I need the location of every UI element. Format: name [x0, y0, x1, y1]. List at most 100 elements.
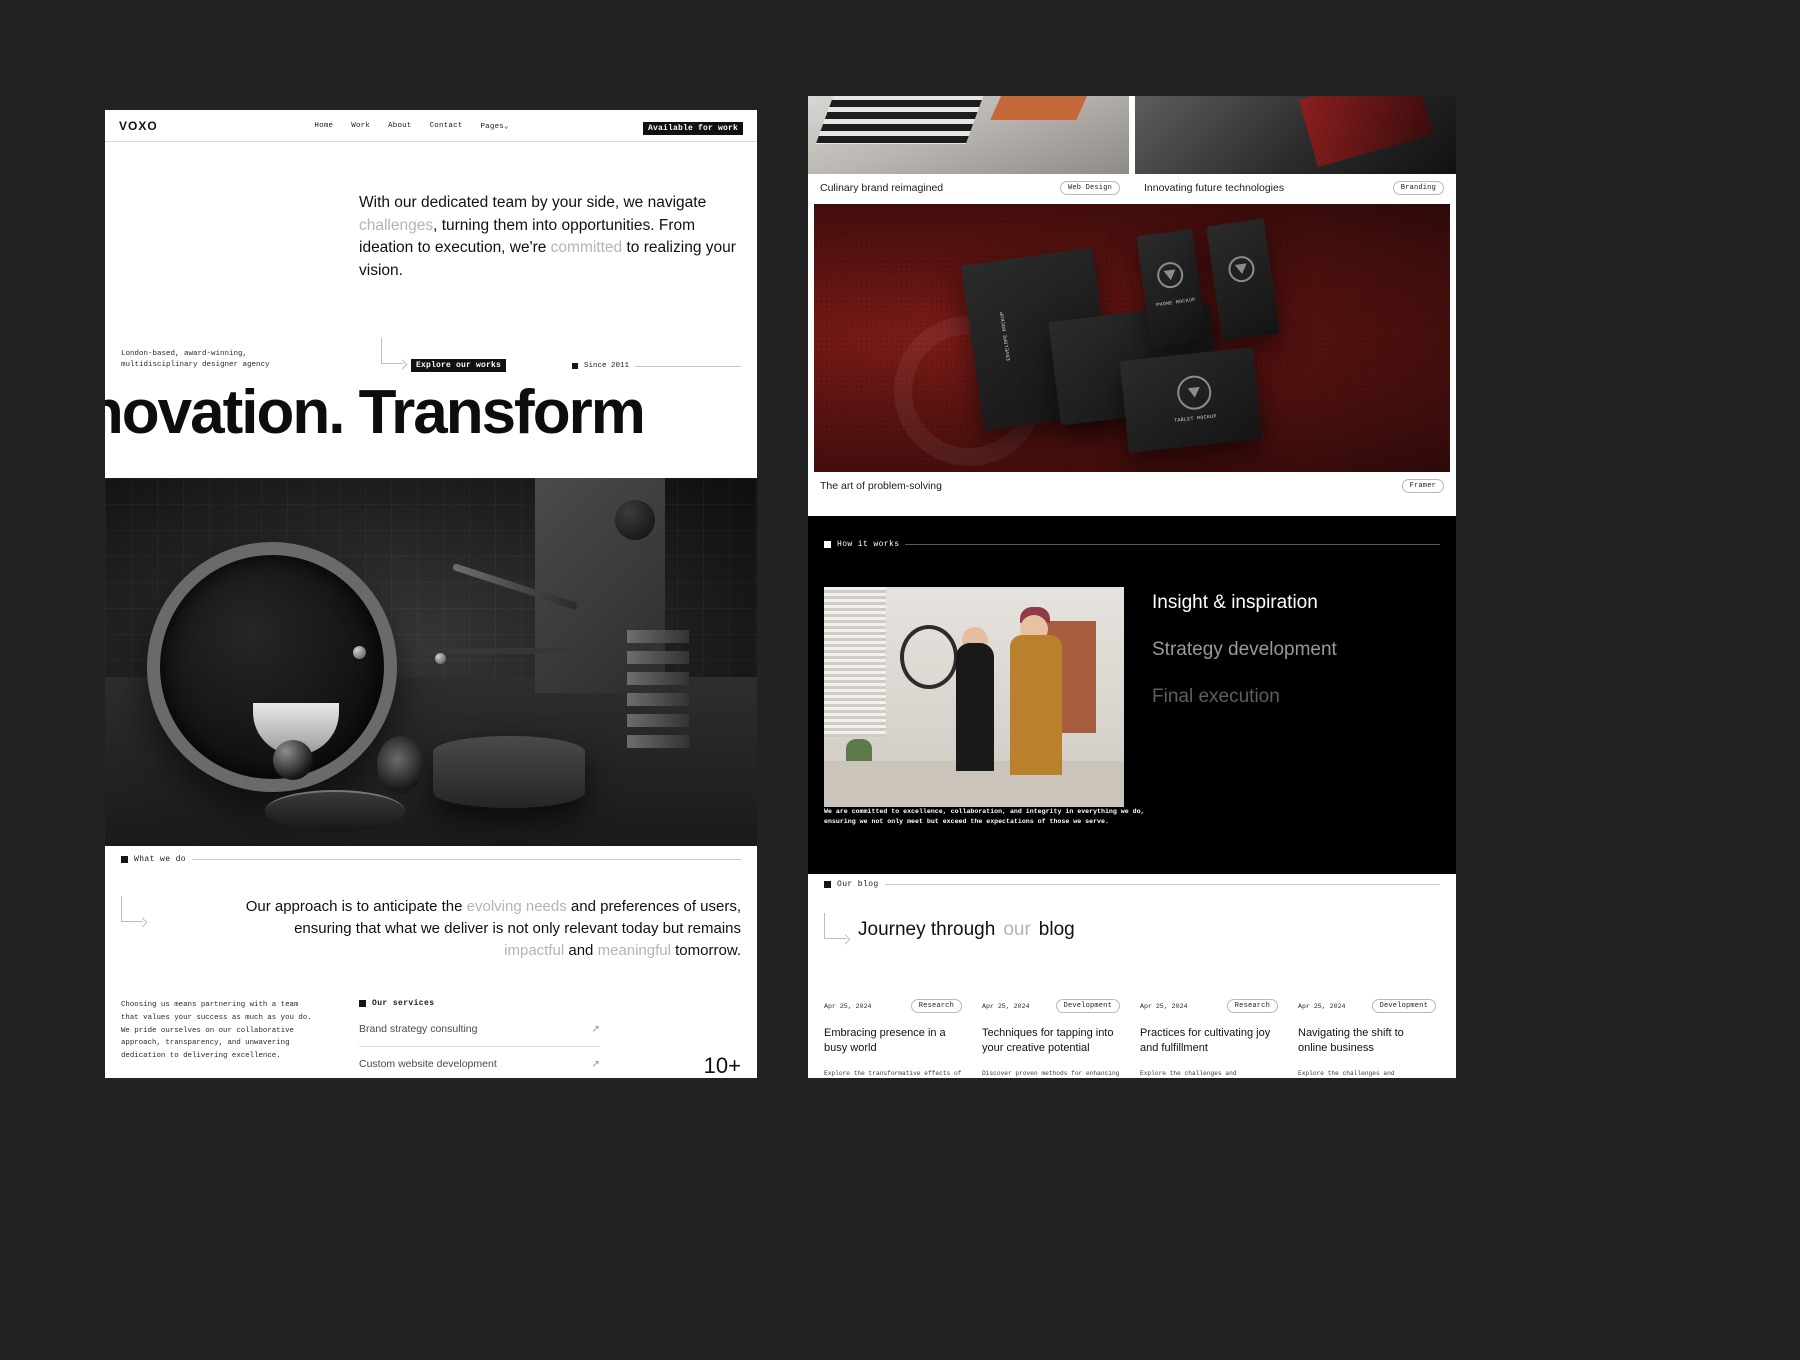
blog-card-grid: Apr 25, 2024 Research Embracing presence…: [824, 999, 1440, 1078]
how-it-works-label: How it works: [824, 540, 1440, 549]
envelope-mockup-label: ENVELOPE MOCKUP: [999, 311, 1012, 361]
render-ball-a: [353, 646, 366, 659]
blog-card-meta: Apr 25, 2024 Development: [982, 999, 1120, 1013]
agency-location: London-based, award-winning, multidiscip…: [121, 349, 270, 370]
hero-paragraph: With our dedicated team by your side, we…: [359, 192, 739, 283]
work-thumbnail-technologies[interactable]: [1135, 96, 1456, 174]
explore-works-button[interactable]: Explore our works: [411, 359, 507, 372]
our-services-label: Our services: [359, 999, 600, 1008]
render-fan: [377, 736, 423, 794]
work-featured-image[interactable]: ENVELOPE MOCKUP PHONE MOCKUP TABLET MOCK…: [814, 204, 1450, 472]
team-photo: [824, 587, 1124, 807]
blog-excerpt: Explore the challenges and opportunities…: [1140, 1069, 1237, 1077]
arrow-up-right-icon: ↗: [591, 1023, 600, 1035]
blog-section: Our blog Journey through our blog Apr 25…: [808, 880, 1456, 1078]
work-tag[interactable]: Web Design: [1059, 181, 1120, 195]
person-woman-body: [956, 643, 994, 771]
since-marker: Since 2011: [572, 362, 741, 370]
blog-tag[interactable]: Research: [910, 999, 962, 1013]
blog-tag[interactable]: Development: [1055, 999, 1120, 1013]
blog-title: Navigating the shift to online business: [1298, 1027, 1404, 1054]
work-caption-culinary: Culinary brand reimagined Web Design: [808, 174, 1132, 202]
blog-card[interactable]: Apr 25, 2024 Development Navigating the …: [1298, 999, 1436, 1078]
blog-date: Apr 25, 2024: [1298, 1002, 1346, 1010]
brand-mark-icon: [1175, 373, 1213, 412]
blog-tag[interactable]: Development: [1371, 999, 1436, 1013]
work-caption-text: The art of problem-solving: [820, 480, 942, 492]
available-for-work-label: Available for work: [642, 121, 743, 135]
site-header: VOXO Home Work About Contact Pages⌄ Avai…: [105, 110, 757, 142]
services-column: Our services Brand strategy consulting ↗…: [359, 999, 600, 1078]
hero-marquee-word: nnovation. Transform: [105, 378, 646, 447]
corner-arrow-icon: [381, 338, 408, 372]
how-it-works-steps: Insight & inspiration Strategy developme…: [1152, 587, 1337, 807]
approach-text-2: evolving needs: [466, 898, 567, 915]
blog-heading: Journey through our blog: [824, 913, 1440, 947]
brand-mark-icon: [1155, 260, 1185, 290]
nav-link-pages[interactable]: Pages⌄: [480, 121, 508, 131]
what-we-do-section: What we do Our approach is to anticipate…: [105, 855, 757, 1078]
nav-link-work[interactable]: Work: [351, 122, 370, 130]
blog-card[interactable]: Apr 25, 2024 Development Techniques for …: [982, 999, 1120, 1078]
blog-excerpt: Explore the challenges and opportunities…: [1298, 1069, 1395, 1077]
step-strategy: Strategy development: [1152, 639, 1337, 660]
service-label: Brand strategy consulting: [359, 1023, 478, 1036]
work-tag[interactable]: Branding: [1392, 181, 1444, 195]
service-item[interactable]: Brand strategy consulting ↗: [359, 1012, 600, 1048]
homepage-screen-right: Culinary brand reimagined Web Design Inn…: [808, 96, 1456, 1078]
nav-link-contact[interactable]: Contact: [430, 122, 463, 130]
square-bullet-icon: [824, 541, 831, 548]
tablet-mockup-label: TABLET MOCKUP: [1173, 413, 1218, 424]
about-blurb-column: Choosing us means partnering with a team…: [121, 999, 313, 1078]
hero-meta-row: London-based, award-winning, multidiscip…: [105, 338, 757, 372]
render-disc: [265, 790, 405, 832]
works-caption-row: Culinary brand reimagined Web Design Inn…: [808, 174, 1456, 202]
work-tag[interactable]: Framer: [1401, 479, 1444, 493]
our-blog-label-text: Our blog: [837, 880, 879, 889]
work-caption-text: Innovating future technologies: [1144, 182, 1285, 194]
blog-date: Apr 25, 2024: [824, 1002, 872, 1010]
arrow-up-right-icon: ↗: [591, 1058, 600, 1070]
approach-text-1: Our approach is to anticipate the: [245, 898, 467, 915]
render-ring: [147, 542, 397, 792]
divider-rule: [905, 544, 1440, 545]
blog-heading-3: blog: [1038, 919, 1075, 940]
nav-link-home[interactable]: Home: [314, 122, 333, 130]
square-bullet-icon: [572, 363, 579, 369]
hero-text-1: With our dedicated team by your side, we…: [359, 194, 707, 211]
how-it-works-body: Insight & inspiration Strategy developme…: [824, 587, 1440, 807]
logo[interactable]: VOXO: [119, 119, 158, 133]
render-cylinder: [433, 736, 585, 808]
render-shelf: [387, 648, 587, 654]
divider-rule: [192, 859, 741, 860]
how-it-works-label-text: How it works: [837, 540, 900, 549]
blog-title: Techniques for tapping into your creativ…: [982, 1027, 1114, 1054]
person-man-body: [1010, 635, 1062, 775]
approach-block: Our approach is to anticipate the evolvi…: [121, 896, 741, 961]
blog-excerpt: Discover proven methods for enhancing cr…: [982, 1069, 1120, 1077]
blog-card[interactable]: Apr 25, 2024 Research Embracing presence…: [824, 999, 962, 1078]
blog-title: Practices for cultivating joy and fulfil…: [1140, 1027, 1271, 1054]
plant-decor: [846, 739, 872, 763]
render-stairs: [627, 630, 689, 768]
available-for-work-badge[interactable]: Available for work: [642, 117, 743, 135]
tablet-mockup: TABLET MOCKUP: [1119, 347, 1263, 453]
nav-link-about[interactable]: About: [388, 122, 412, 130]
service-item[interactable]: Custom website development ↗: [359, 1047, 600, 1078]
blog-tag[interactable]: Research: [1226, 999, 1278, 1013]
how-it-works-section: How it works Insight & inspiration Strat…: [808, 516, 1456, 874]
presentation-canvas: VOXO Home Work About Contact Pages⌄ Avai…: [0, 0, 1800, 1360]
hero-text-4: committed: [550, 239, 623, 257]
nav-link-pages-label: Pages: [480, 122, 504, 131]
work-thumbnail-culinary[interactable]: [808, 96, 1129, 174]
since-label: Since 2011: [584, 362, 630, 370]
stat-number: 10+: [703, 1053, 741, 1078]
work-caption-text: Culinary brand reimagined: [820, 182, 944, 194]
blog-card[interactable]: Apr 25, 2024 Research Practices for cult…: [1140, 999, 1278, 1078]
approach-text-6: meaningful: [597, 941, 671, 959]
what-we-do-label: What we do: [121, 855, 741, 864]
work-caption-technologies: Innovating future technologies Branding: [1132, 174, 1456, 202]
render-ball-b: [435, 653, 446, 664]
divider-rule: [884, 884, 1440, 885]
our-blog-label: Our blog: [824, 880, 1440, 889]
